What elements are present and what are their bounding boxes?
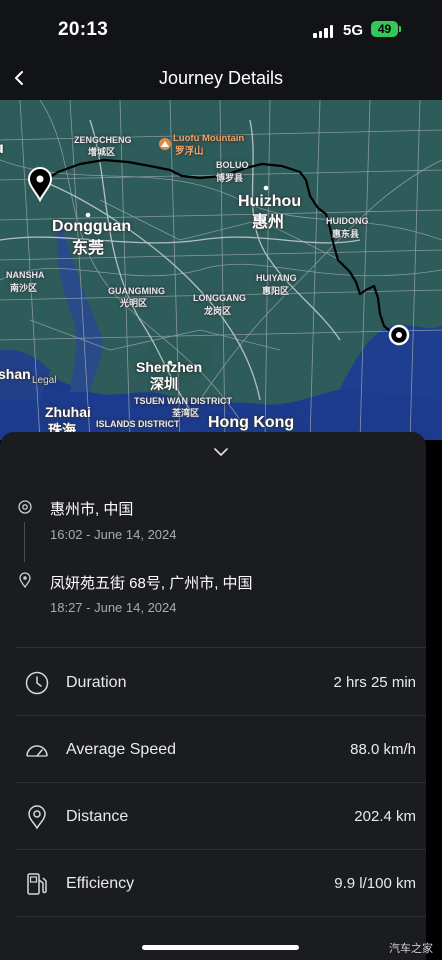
end-time: 18:27 - June 14, 2024 — [50, 600, 177, 615]
map-label-shenzhen: Shenzhen — [136, 359, 203, 375]
location-pin-icon — [28, 805, 46, 830]
status-bar: 20:13 5G 49 — [0, 0, 442, 60]
battery-icon: 49 — [371, 21, 401, 37]
map-label-tsuen-wan-zh: 荃湾区 — [172, 408, 200, 418]
map-label-longgang: LONGGANG — [193, 293, 246, 303]
map-label-boluo: BOLUO — [216, 160, 249, 170]
stat-row-distance[interactable]: Distance 202.4 km — [16, 784, 416, 850]
map-label-nansha: NANSHA — [6, 270, 45, 280]
map-label-dongguan-zh: 东莞 — [72, 240, 105, 257]
map-label-shenzhen-zh: 深圳 — [150, 376, 178, 392]
map-label-huiyang-zh: 惠阳区 — [262, 286, 290, 296]
divider — [16, 782, 426, 783]
watermark: 汽车之家 — [389, 943, 433, 955]
home-indicator[interactable] — [142, 945, 299, 950]
network-type: 5G — [343, 22, 364, 39]
stat-row-efficiency[interactable]: Efficiency 9.9 l/100 km — [16, 851, 416, 917]
divider — [16, 647, 426, 648]
stat-label: Average Speed — [66, 741, 177, 758]
map-label-longgang-zh: 龙岗区 — [204, 306, 232, 316]
collapse-chevron-icon[interactable] — [212, 446, 230, 458]
divider — [16, 715, 426, 716]
map-label-huidong: HUIDONG — [326, 216, 369, 226]
map-label-zengcheng-zh: 增城区 — [88, 147, 116, 157]
stat-label: Efficiency — [66, 875, 135, 892]
start-address: 惠州市, 中国 — [50, 501, 134, 518]
map-label-huizhou-zh: 惠州 — [252, 214, 285, 231]
battery-level: 49 — [377, 22, 392, 36]
route-end-dot-icon[interactable] — [388, 324, 410, 346]
stat-value: 202.4 km — [354, 808, 416, 825]
stat-value: 88.0 km/h — [350, 741, 416, 758]
end-address: 凤妍苑五街 68号, 广州市, 中国 — [50, 575, 253, 592]
map-label-islands: ISLANDS DISTRICT — [96, 419, 180, 429]
map-legal-link[interactable]: Legal — [32, 375, 56, 386]
stat-value: 9.9 l/100 km — [334, 875, 416, 892]
map-label-huiyang: HUIYANG — [256, 273, 297, 283]
map-label-luofu-zh: 罗浮山 — [175, 146, 204, 157]
stat-label: Duration — [66, 674, 127, 691]
map-label-tsuen-wan: TSUEN WAN DISTRICT — [134, 396, 232, 406]
map-label-guangming: GUANGMING — [108, 286, 165, 296]
map-label-nansha-zh: 南沙区 — [10, 283, 38, 293]
map-label-guangming-zh: 光明区 — [120, 298, 148, 308]
speedometer-icon — [26, 745, 48, 757]
map-label-zengcheng: ZENGCHENG — [74, 135, 132, 145]
map-label-guangzhou: u — [0, 140, 4, 158]
divider — [16, 916, 426, 917]
stat-label: Distance — [66, 808, 129, 825]
start-location-icon — [18, 500, 32, 514]
nav-bar: Journey Details — [0, 60, 442, 100]
divider — [16, 849, 426, 850]
map-label-hong-kong: Hong Kong — [208, 414, 295, 431]
stat-row-duration[interactable]: Duration 2 hrs 25 min — [16, 650, 416, 716]
route-map[interactable]: u ZENGCHENG 增城区 Luofu Mountain 罗浮山 BOLUO… — [0, 100, 442, 440]
cellular-signal-icon — [313, 24, 333, 38]
stat-value: 2 hrs 25 min — [333, 674, 416, 691]
map-label-huidong-zh: 惠东县 — [332, 229, 360, 239]
status-time: 20:13 — [58, 19, 109, 40]
map-label-boluo-zh: 博罗县 — [216, 173, 244, 183]
route-connector — [24, 522, 25, 562]
map-label-zhongshan: shan — [0, 366, 31, 382]
map-canvas — [0, 100, 442, 440]
mountain-icon — [159, 138, 171, 150]
page-title: Journey Details — [158, 68, 284, 88]
clock-icon — [25, 671, 49, 695]
end-location-icon — [19, 572, 31, 588]
stat-row-average-speed[interactable]: Average Speed 88.0 km/h — [16, 717, 416, 783]
map-label-zhuhai: Zhuhai — [45, 404, 91, 420]
fuel-pump-icon — [27, 873, 47, 895]
start-time: 16:02 - June 14, 2024 — [50, 527, 177, 542]
journey-details-sheet: 惠州市, 中国 16:02 - June 14, 2024 凤妍苑五街 68号,… — [0, 432, 426, 960]
